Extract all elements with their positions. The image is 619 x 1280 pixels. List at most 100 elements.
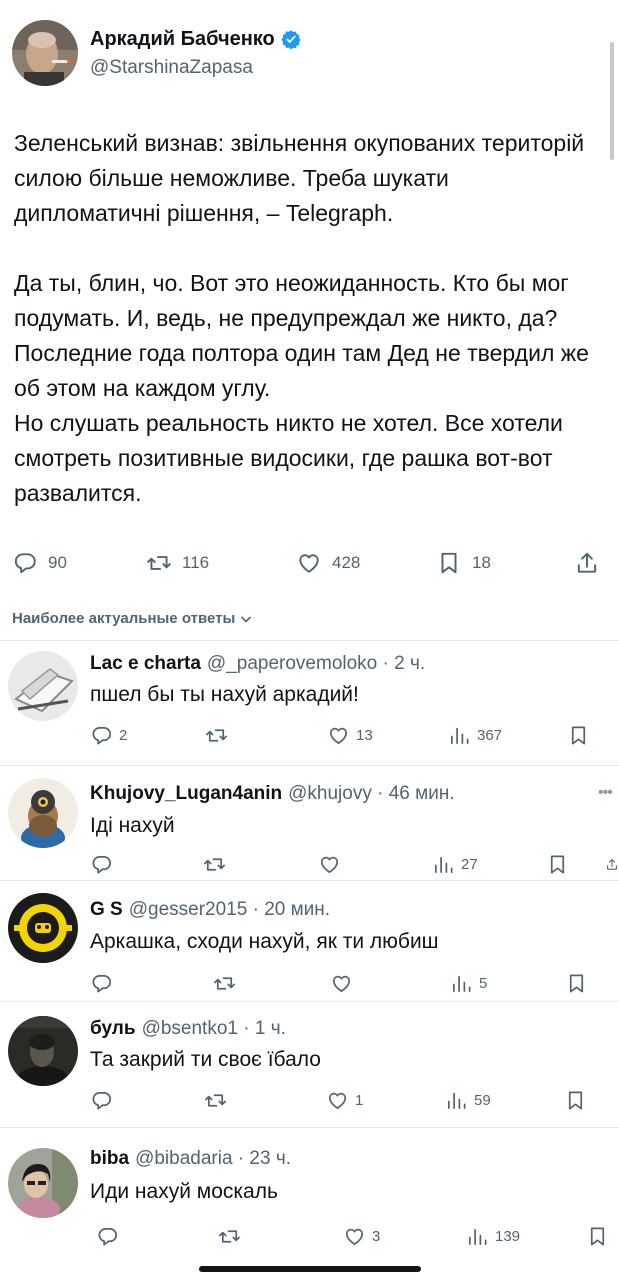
reply-icon (90, 724, 113, 747)
avatar[interactable] (8, 778, 78, 848)
bookmark-button[interactable] (586, 1222, 609, 1250)
bookmark-icon (565, 972, 588, 995)
bookmark-icon (564, 1089, 587, 1112)
reply-author-handle[interactable]: @khujovy · 46 мин. (288, 783, 454, 805)
repost-button[interactable] (205, 721, 228, 749)
reply-author-handle[interactable]: @bsentko1 · 1 ч. (142, 1018, 286, 1040)
views-count: 59 (474, 1091, 491, 1109)
reply-item[interactable]: G S @gesser2015 · 20 мин. Аркашка, сходи… (0, 881, 619, 1001)
like-icon (327, 724, 350, 747)
reply-text: Іді нахуй (90, 814, 175, 837)
avatar[interactable] (12, 20, 78, 86)
share-button[interactable] (574, 546, 600, 580)
reply-author-handle[interactable]: @bibadaria · 23 ч. (135, 1148, 291, 1170)
views-icon (445, 1089, 468, 1112)
like-count: 3 (372, 1227, 381, 1245)
reply-button[interactable]: 90 (12, 546, 67, 580)
reply-button[interactable] (90, 969, 113, 997)
reply-icon (90, 1089, 113, 1112)
avatar[interactable] (8, 1016, 78, 1086)
home-indicator[interactable] (199, 1266, 421, 1272)
reply-icon (90, 853, 113, 876)
repost-button[interactable] (218, 1222, 241, 1250)
replies-sort-dropdown[interactable]: Наиболее актуальные ответы (12, 610, 253, 627)
repost-count: 116 (182, 553, 210, 572)
reply-button[interactable] (96, 1222, 119, 1250)
repost-icon (203, 853, 226, 876)
repost-button[interactable] (213, 969, 236, 997)
like-button[interactable]: 1 (326, 1086, 363, 1114)
reply-count: 2 (119, 726, 128, 744)
bookmark-icon (586, 1225, 609, 1248)
reply-text: Та закрий ти своє їбало (90, 1048, 321, 1071)
like-button[interactable]: 13 (327, 721, 373, 749)
like-button[interactable]: 3 (343, 1222, 380, 1250)
author-handle[interactable]: @StarshinaZapasa (90, 57, 301, 79)
reply-button[interactable]: 2 (90, 721, 127, 749)
like-icon (343, 1225, 366, 1248)
reply-author-handle[interactable]: @gesser2015 · 20 мин. (129, 899, 330, 921)
repost-icon (204, 1089, 227, 1112)
like-icon (318, 853, 341, 876)
reply-item[interactable]: biba @bibadaria · 23 ч. Иди нахуй москал… (0, 1128, 619, 1258)
share-button[interactable] (605, 850, 619, 878)
views-button[interactable]: 59 (445, 1086, 491, 1114)
avatar[interactable] (8, 651, 78, 721)
views-button[interactable]: 27 (432, 850, 478, 878)
reply-author-name[interactable]: Khujovy_Lugan4anin (90, 783, 282, 805)
bookmark-button[interactable] (567, 721, 590, 749)
reply-icon (90, 972, 113, 995)
reply-author-name[interactable]: Lac e charta (90, 653, 201, 675)
reply-item[interactable]: Khujovy_Lugan4anin @khujovy · 46 мин. ••… (0, 766, 619, 880)
reply-author-name[interactable]: G S (90, 899, 123, 921)
bookmark-icon (567, 724, 590, 747)
repost-icon (213, 972, 236, 995)
more-icon[interactable]: ••• (598, 784, 613, 802)
share-icon (574, 550, 600, 576)
bookmark-icon (436, 550, 462, 576)
bookmark-button[interactable] (546, 850, 569, 878)
like-icon (296, 550, 322, 576)
bookmark-button[interactable] (564, 1086, 587, 1114)
reply-button[interactable] (90, 850, 113, 878)
bookmark-button[interactable]: 18 (436, 546, 491, 580)
reply-text: пшел бы ты нахуй аркадий! (90, 683, 359, 706)
like-button[interactable] (330, 969, 353, 997)
repost-button[interactable] (203, 850, 226, 878)
reply-button[interactable] (90, 1086, 113, 1114)
like-count: 428 (332, 553, 361, 572)
post-paragraph: Да ты, блин, чо. Вот это неожиданность. … (14, 270, 589, 506)
reply-icon (12, 550, 38, 576)
like-button[interactable] (318, 850, 341, 878)
scrollbar[interactable] (610, 42, 614, 160)
like-button[interactable]: 428 (296, 546, 360, 580)
views-count: 5 (479, 974, 488, 992)
views-icon (432, 853, 455, 876)
avatar[interactable] (8, 1148, 78, 1218)
repost-button[interactable]: 116 (146, 546, 209, 580)
post-paragraph: Зеленський визнав: звільнення окупованих… (14, 130, 585, 226)
verified-badge-icon (281, 30, 301, 49)
repost-button[interactable] (204, 1086, 227, 1114)
bookmark-icon (546, 853, 569, 876)
post-action-bar: 90 116 428 18 (12, 546, 607, 580)
views-button[interactable]: 139 (466, 1222, 520, 1250)
reply-author-name[interactable]: biba (90, 1148, 129, 1170)
repost-icon (146, 550, 172, 576)
share-icon (605, 853, 619, 876)
views-icon (448, 724, 471, 747)
views-button[interactable]: 5 (450, 969, 487, 997)
views-button[interactable]: 367 (448, 721, 502, 749)
reply-item[interactable]: буль @bsentko1 · 1 ч. Та закрий ти своє … (0, 1002, 619, 1126)
author-name[interactable]: Аркадий Бабченко (90, 28, 275, 51)
reply-item[interactable]: Lac e charta @_paperovemoloko · 2 ч. пше… (0, 641, 619, 765)
reply-author-name[interactable]: буль (90, 1018, 136, 1040)
reply-author-handle[interactable]: @_paperovemoloko · 2 ч. (207, 653, 425, 675)
views-count: 139 (495, 1227, 521, 1245)
reply-text: Аркашка, сходи нахуй, як ти любиш (90, 930, 439, 953)
avatar[interactable] (8, 893, 78, 963)
post-text: Зеленський визнав: звільнення окупованих… (14, 126, 594, 511)
bookmark-button[interactable] (565, 969, 588, 997)
like-count: 13 (356, 726, 373, 744)
views-count: 27 (461, 855, 478, 873)
